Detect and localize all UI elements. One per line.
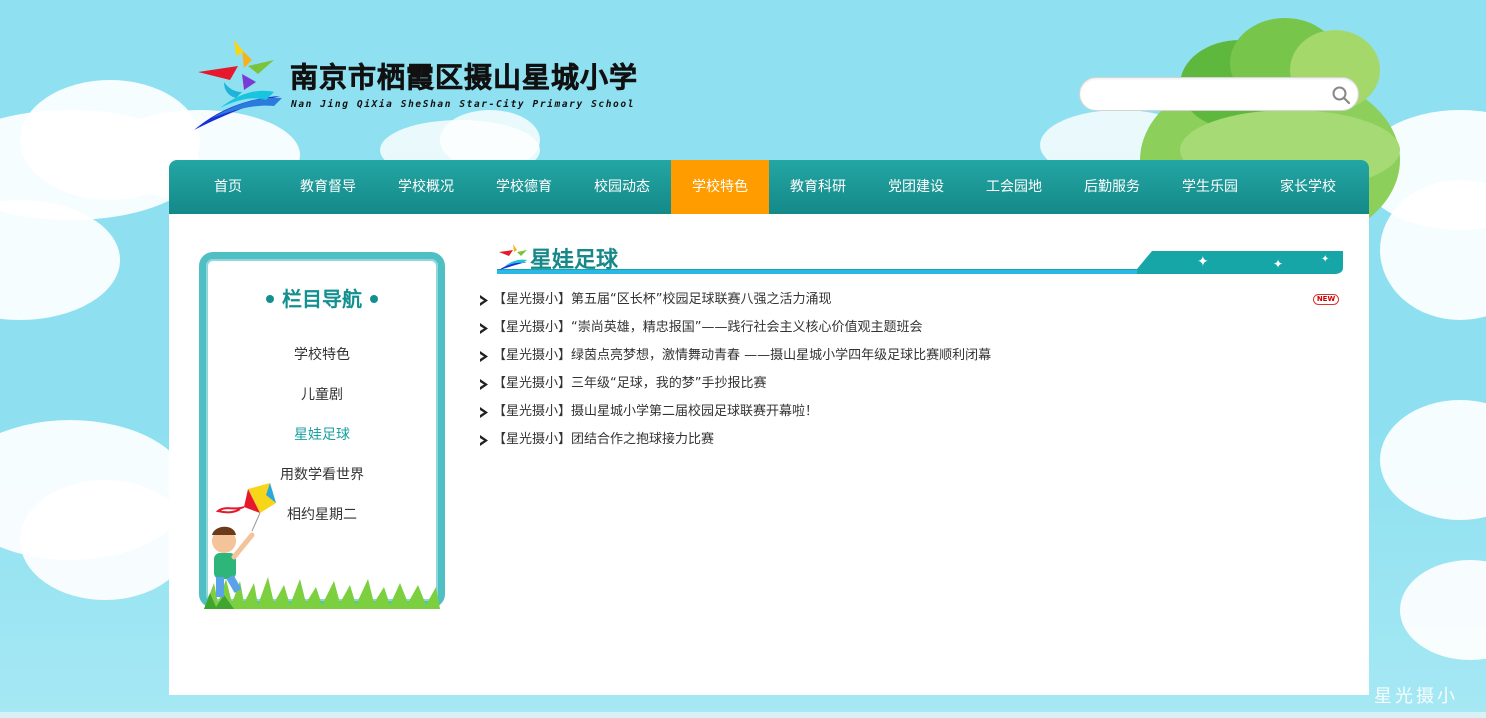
section-title: 星娃足球 — [530, 248, 619, 273]
list-item[interactable]: 【星光摄小】第五届“区长杯”校园足球联赛八强之活力涌现 NEW — [479, 286, 1343, 314]
school-name-cn[interactable]: 南京市栖霞区摄山星城小学 — [290, 56, 638, 96]
new-badge-icon: NEW — [1313, 294, 1339, 305]
article-list: 【星光摄小】第五届“区长杯”校园足球联赛八强之活力涌现 NEW 【星光摄小】“崇… — [479, 286, 1343, 454]
logo-icon[interactable] — [190, 38, 282, 134]
list-item[interactable]: 【星光摄小】摄山星城小学第二届校园足球联赛开幕啦！ — [479, 398, 1343, 426]
dot-icon — [370, 295, 378, 303]
nav-item-home[interactable]: 首页 — [169, 160, 279, 214]
chevron-right-icon — [480, 295, 488, 306]
sidebar-item-school-features[interactable]: 学校特色 — [206, 335, 438, 375]
list-item[interactable]: 【星光摄小】绿茵点亮梦想，激情舞动青春 ——摄山星城小学四年级足球比赛顺利闭幕 — [479, 342, 1343, 370]
star-logo-icon — [499, 244, 527, 270]
school-name-en: Nan Jing QiXia SheShan Star-City Primary… — [291, 99, 636, 110]
svg-text:✦: ✦ — [1273, 257, 1283, 271]
section-header-banner: ✦ ✦ ✦ — [497, 251, 1343, 274]
footer-strip — [0, 712, 1486, 718]
dot-icon — [266, 295, 274, 303]
chevron-right-icon — [480, 351, 488, 362]
nav-item-supervision[interactable]: 教育督导 — [279, 160, 377, 214]
watermark-text: 星光摄小 — [1374, 686, 1458, 707]
nav-item-campus-news[interactable]: 校园动态 — [573, 160, 671, 214]
chevron-right-icon — [480, 407, 488, 418]
search-input[interactable] — [1094, 84, 1324, 106]
nav-item-school-features[interactable]: 学校特色 — [671, 160, 769, 214]
nav-item-union[interactable]: 工会园地 — [965, 160, 1063, 214]
nav-item-student-park[interactable]: 学生乐园 — [1161, 160, 1259, 214]
section-header: ✦ ✦ ✦ 星娃足球 — [497, 238, 1343, 278]
nav-item-research[interactable]: 教育科研 — [769, 160, 867, 214]
content-panel: 栏目导航 学校特色 儿童剧 星娃足球 用数学看世界 相约星期二 ✦ ✦ ✦ 星娃… — [169, 214, 1369, 695]
nav-item-moral-education[interactable]: 学校德育 — [475, 160, 573, 214]
chevron-right-icon — [480, 379, 488, 390]
sidebar-nav: 栏目导航 学校特色 儿童剧 星娃足球 用数学看世界 相约星期二 — [199, 252, 445, 609]
sidebar-title: 栏目导航 — [206, 283, 438, 312]
chevron-right-icon — [480, 323, 488, 334]
nav-item-parent-school[interactable]: 家长学校 — [1259, 160, 1357, 214]
sidebar-item-childrens-drama[interactable]: 儿童剧 — [206, 375, 438, 415]
main-nav: 首页 教育督导 学校概况 学校德育 校园动态 学校特色 教育科研 党团建设 工会… — [169, 160, 1369, 214]
sidebar-item-star-football[interactable]: 星娃足球 — [206, 415, 438, 455]
list-item[interactable]: 【星光摄小】“崇尚英雄，精忠报国”——践行社会主义核心价值观主题班会 — [479, 314, 1343, 342]
svg-text:✦: ✦ — [1321, 254, 1329, 265]
svg-text:✦: ✦ — [1197, 254, 1209, 270]
list-item[interactable]: 【星光摄小】团结合作之抱球接力比赛 — [479, 426, 1343, 454]
search-box — [1079, 77, 1359, 111]
nav-item-logistics[interactable]: 后勤服务 — [1063, 160, 1161, 214]
search-icon[interactable] — [1331, 85, 1351, 105]
kid-with-kite-illustration — [204, 483, 440, 609]
chevron-right-icon — [480, 435, 488, 446]
list-item[interactable]: 【星光摄小】三年级“足球，我的梦”手抄报比赛 — [479, 370, 1343, 398]
nav-item-party[interactable]: 党团建设 — [867, 160, 965, 214]
nav-item-overview[interactable]: 学校概况 — [377, 160, 475, 214]
